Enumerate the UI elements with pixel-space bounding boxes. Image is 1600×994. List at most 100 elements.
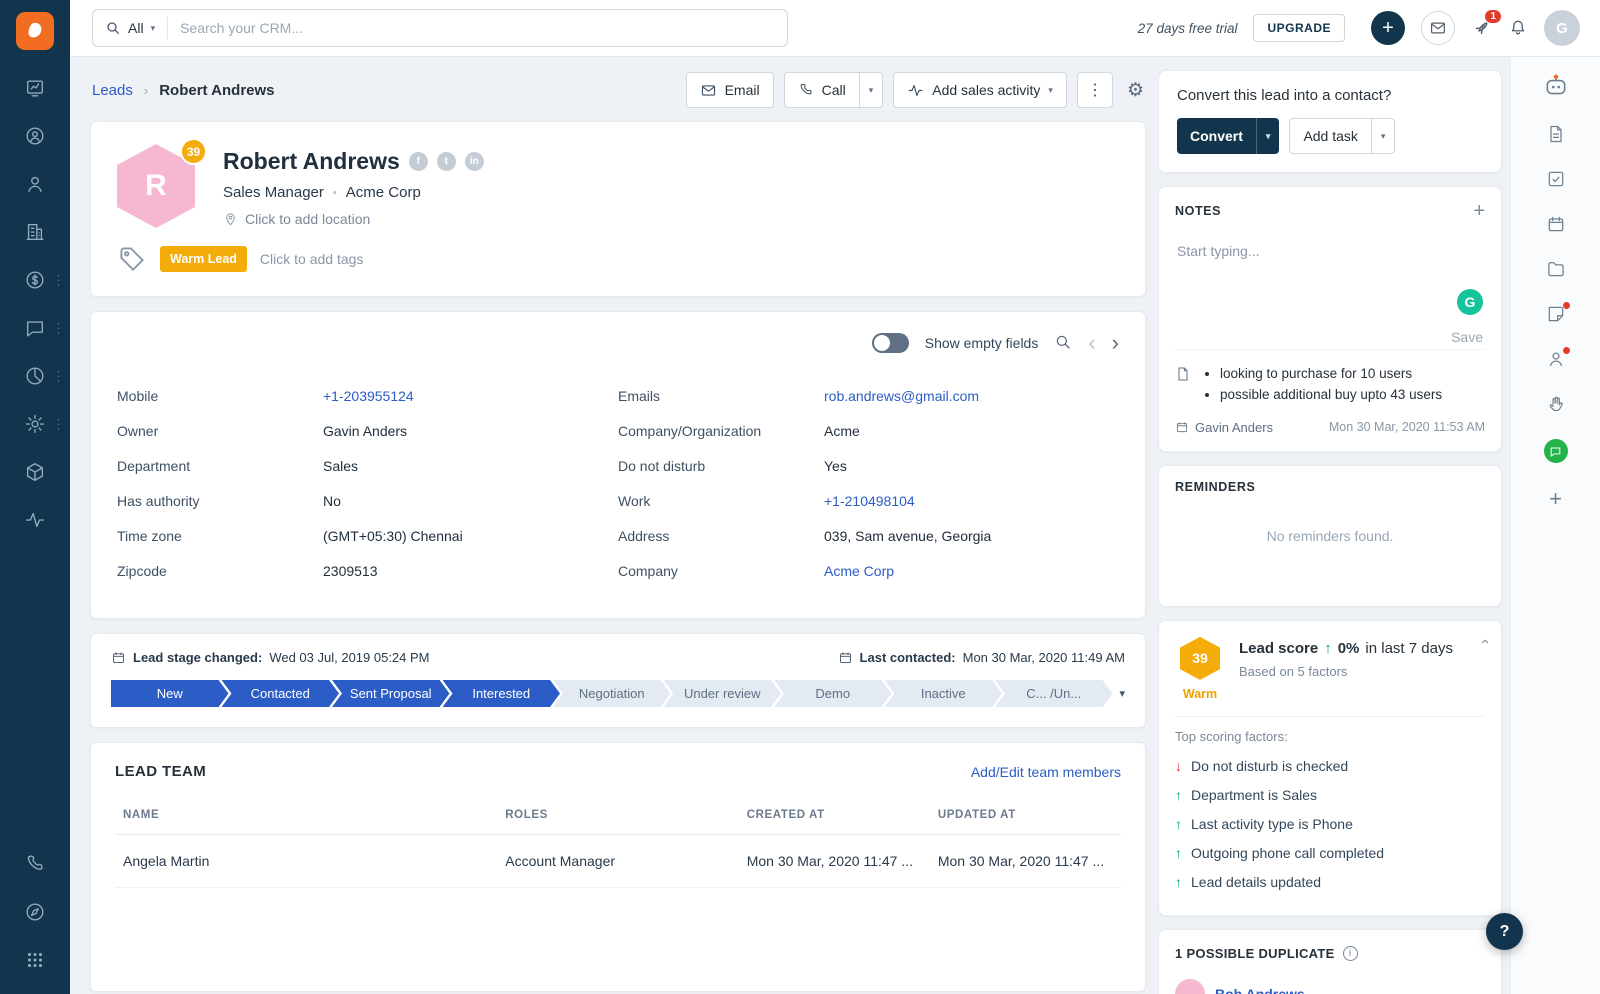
prev-page-button[interactable]: ‹ xyxy=(1088,332,1095,354)
possible-duplicate-card: 1 POSSIBLE DUPLICATE i Bob Andrews xyxy=(1158,928,1502,994)
rail-item-freddy[interactable] xyxy=(1543,73,1569,99)
table-row[interactable]: Angela Martin Account Manager Mon 30 Mar… xyxy=(115,834,1121,888)
duplicate-name-link[interactable]: Bob Andrews xyxy=(1215,986,1305,994)
whats-new-button[interactable]: 1 xyxy=(1471,9,1501,39)
kebab-icon[interactable]: ⋮ xyxy=(52,418,65,431)
call-button[interactable]: Call ▾ xyxy=(783,72,884,108)
collapse-chevron-icon[interactable]: › xyxy=(1476,639,1493,644)
page-settings-button[interactable]: ⚙ xyxy=(1127,79,1144,102)
edit-team-members-link[interactable]: Add/Edit team members xyxy=(971,764,1121,780)
stage-contacted[interactable]: Contacted xyxy=(222,680,340,707)
kebab-icon[interactable]: ⋮ xyxy=(52,274,65,287)
sidebar-item-contacts[interactable] xyxy=(0,112,70,160)
call-dropdown-toggle[interactable]: ▾ xyxy=(858,73,883,107)
rail-item-calendar[interactable] xyxy=(1546,214,1566,234)
sidebar-item-apps[interactable] xyxy=(0,936,70,984)
field-value-link[interactable]: +1-210498104 xyxy=(824,493,915,509)
rail-item-tasks[interactable] xyxy=(1546,169,1566,189)
rail-item-notes[interactable] xyxy=(1546,301,1571,324)
sidebar-item-leads[interactable] xyxy=(0,160,70,208)
save-note-button[interactable]: Save xyxy=(1451,329,1483,345)
convert-button[interactable]: Convert ▾ xyxy=(1177,118,1280,154)
add-sales-activity-button[interactable]: Add sales activity ▾ xyxy=(893,72,1067,108)
note-document-icon xyxy=(1178,367,1188,381)
cell-created: Mon 30 Mar, 2020 11:47 ... xyxy=(738,834,930,888)
field-value: 2309513 xyxy=(323,562,378,579)
sidebar-item-reports[interactable]: ⋮ xyxy=(0,352,70,400)
stage-interested[interactable]: Interested xyxy=(443,680,561,707)
column-header-name: NAME xyxy=(115,796,498,835)
sidebar-item-explore[interactable] xyxy=(0,888,70,936)
convert-dropdown-toggle[interactable]: ▾ xyxy=(1255,118,1280,154)
add-task-dropdown-toggle[interactable]: ▾ xyxy=(1370,119,1395,153)
rail-item-chat[interactable] xyxy=(1543,439,1568,463)
hand-icon xyxy=(1549,396,1563,412)
freshworks-logo[interactable] xyxy=(16,12,54,50)
rail-item-engage[interactable] xyxy=(1546,394,1566,414)
add-note-button[interactable]: + xyxy=(1473,201,1485,221)
upgrade-button[interactable]: UPGRADE xyxy=(1253,14,1345,42)
show-empty-fields-toggle[interactable] xyxy=(871,333,909,353)
field-row: Emails rob.andrews@gmail.com xyxy=(618,378,1119,413)
add-tags-field[interactable]: Click to add tags xyxy=(260,251,364,267)
help-button[interactable]: ? xyxy=(1486,913,1523,950)
linkedin-icon[interactable]: in xyxy=(464,152,484,171)
kebab-icon[interactable]: ⋮ xyxy=(52,370,65,383)
breadcrumb-leads-link[interactable]: Leads xyxy=(92,82,133,99)
activity-icon xyxy=(908,84,923,96)
stage-under-review[interactable]: Under review xyxy=(664,680,782,707)
grammarly-icon[interactable]: G xyxy=(1457,289,1483,315)
stage-sent-proposal[interactable]: Sent Proposal xyxy=(332,680,450,707)
rail-item-contacts[interactable] xyxy=(1546,346,1571,369)
note-editor[interactable]: Start typing... G Save xyxy=(1175,221,1485,349)
field-label: Zipcode xyxy=(117,562,167,579)
stage-demo[interactable]: Demo xyxy=(774,680,892,707)
stage-inactive[interactable]: Inactive xyxy=(885,680,1003,707)
info-icon[interactable]: i xyxy=(1342,945,1358,961)
field-value-link[interactable]: rob.andrews@gmail.com xyxy=(824,388,979,404)
rail-item-files[interactable] xyxy=(1546,259,1566,279)
email-button[interactable]: Email xyxy=(685,72,774,108)
notifications-button[interactable] xyxy=(1508,18,1528,38)
rail-item-documents[interactable] xyxy=(1546,124,1566,144)
stage-new[interactable]: New xyxy=(111,680,229,707)
sidebar-item-settings[interactable]: ⋮ xyxy=(0,400,70,448)
sidebar-item-conversations[interactable]: ⋮ xyxy=(0,304,70,352)
field-value-link[interactable]: +1-203955124 xyxy=(323,388,414,404)
stage-negotiation[interactable]: Negotiation xyxy=(553,680,671,707)
note-item[interactable]: looking to purchase for 10 users possibl… xyxy=(1175,349,1485,406)
lead-tag-warm[interactable]: Warm Lead xyxy=(160,246,247,272)
more-actions-button[interactable]: ⋮ xyxy=(1076,72,1113,108)
sidebar-item-products[interactable] xyxy=(0,448,70,496)
sidebar-item-phone[interactable] xyxy=(0,840,70,888)
sidebar-item-accounts[interactable] xyxy=(0,208,70,256)
field-row: Zipcode 2309513 xyxy=(117,553,618,588)
twitter-icon[interactable]: t xyxy=(436,152,456,171)
note-bullet: possible additional buy upto 43 users xyxy=(1220,385,1442,406)
field-row: Owner Gavin Anders xyxy=(117,413,618,448)
next-page-button[interactable]: › xyxy=(1112,332,1119,354)
quick-add-button[interactable]: + xyxy=(1371,11,1405,45)
convert-card: Convert this lead into a contact? Conver… xyxy=(1158,70,1502,173)
duplicate-item[interactable]: Bob Andrews xyxy=(1175,978,1485,994)
field-value-link[interactable]: Acme Corp xyxy=(824,563,894,579)
sidebar-item-dashboard[interactable] xyxy=(0,64,70,112)
email-inbox-button[interactable] xyxy=(1421,11,1455,45)
duplicate-title: 1 POSSIBLE DUPLICATE xyxy=(1175,945,1335,961)
add-task-button[interactable]: Add task ▾ xyxy=(1289,118,1396,154)
sidebar-item-activities[interactable] xyxy=(0,496,70,544)
facebook-icon[interactable]: f xyxy=(408,152,428,171)
search-input[interactable] xyxy=(168,20,787,36)
kebab-icon[interactable]: ⋮ xyxy=(52,322,65,335)
stage-dropdown-toggle[interactable]: ▾ xyxy=(1120,687,1126,700)
user-avatar[interactable]: G xyxy=(1544,10,1580,46)
column-header-roles: ROLES xyxy=(497,796,739,835)
rail-item-add-app[interactable]: + xyxy=(1549,488,1562,510)
stage-closed[interactable]: C... /Un... xyxy=(995,680,1113,707)
field-label: Mobile xyxy=(117,387,159,404)
search-scope-dropdown[interactable]: All ▾ xyxy=(93,20,167,36)
add-location-field[interactable]: Click to add location xyxy=(223,211,484,227)
convert-button-label: Convert xyxy=(1190,128,1243,144)
sidebar-item-deals[interactable]: ⋮ xyxy=(0,256,70,304)
field-search-button[interactable] xyxy=(1054,333,1072,354)
